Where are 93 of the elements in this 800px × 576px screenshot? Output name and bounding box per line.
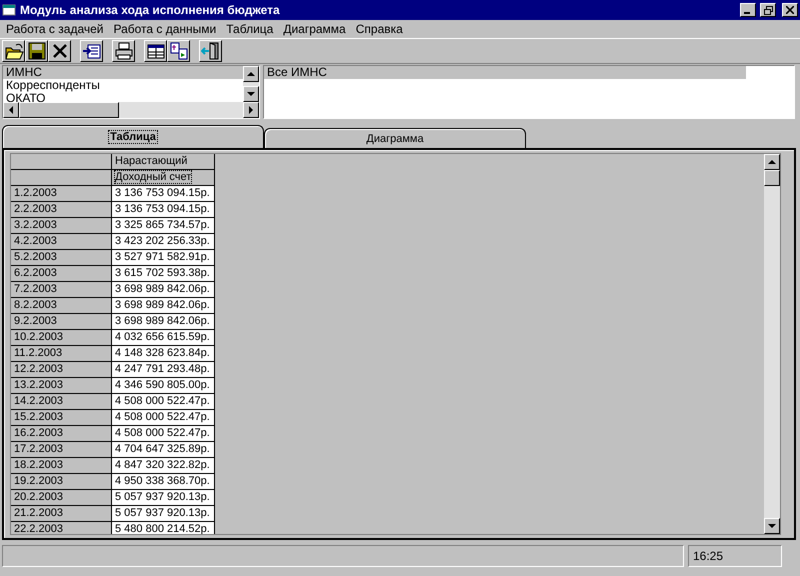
menu-item[interactable]: Работа с задачей: [1, 22, 108, 36]
table-cell: 5 057 937 920.13р.: [112, 506, 215, 522]
row-header-cell: 9.2.2003: [11, 314, 112, 330]
row-header-cell: 6.2.2003: [11, 266, 112, 282]
table-cell: 4 032 656 615.59р.: [112, 330, 215, 346]
table-cell: 4 508 000 522.47р.: [112, 426, 215, 442]
scroll-right-button[interactable]: [243, 102, 259, 118]
table-cell: 4 704 647 325.89р.: [112, 442, 215, 458]
table-cell: 5 057 937 920.13р.: [112, 490, 215, 506]
table-cell: 4 508 000 522.47р.: [112, 394, 215, 410]
table-cell: 4 847 320 322.82р.: [112, 458, 215, 474]
table-cell: 3 527 971 582.91р.: [112, 250, 215, 266]
table-cell: 4 346 590 805.00р.: [112, 378, 215, 394]
row-header-cell: 4.2.2003: [11, 234, 112, 250]
left-arrow-icon: [9, 106, 13, 114]
row-header-cell: 15.2.2003: [11, 410, 112, 426]
down-arrow-icon: [768, 524, 776, 528]
row-header-cell: 17.2.2003: [11, 442, 112, 458]
close-button[interactable]: [782, 3, 798, 17]
right-arrow-icon: [249, 106, 253, 114]
list-item[interactable]: Корреспонденты: [3, 79, 243, 92]
list-item[interactable]: Все ИМНС: [264, 66, 746, 79]
swap-windows-icon: [168, 41, 188, 61]
toolbar-button[interactable]: [112, 40, 135, 62]
table-cell: 4 950 338 368.70р.: [112, 474, 215, 490]
horizontal-scrollbar[interactable]: [3, 102, 259, 118]
menu-item[interactable]: Работа с данными: [108, 22, 222, 36]
table-cell: 4 148 328 623.84р.: [112, 346, 215, 362]
row-header-cell: 2.2.2003: [11, 202, 112, 218]
row-header-cell: 14.2.2003: [11, 394, 112, 410]
row-header-cell: 7.2.2003: [11, 282, 112, 298]
restore-button[interactable]: [760, 3, 776, 17]
row-header-cell: 3.2.2003: [11, 218, 112, 234]
menu-item[interactable]: Таблица: [221, 22, 278, 36]
table-cell: 5 480 800 214.52р.: [112, 522, 215, 534]
toolbar-button[interactable]: [199, 40, 222, 62]
printer-icon: [114, 41, 134, 61]
row-header-cell: 21.2.2003: [11, 506, 112, 522]
close-icon: [786, 6, 794, 14]
app-icon: [2, 4, 16, 16]
row-header-cell: 5.2.2003: [11, 250, 112, 266]
restore-icon: [764, 6, 772, 14]
scroll-down-button[interactable]: [243, 86, 259, 102]
table-cell: 3 698 989 842.06р.: [112, 298, 215, 314]
scroll-up-button[interactable]: [764, 154, 780, 170]
tab[interactable]: Таблица: [2, 125, 264, 148]
toolbar-button[interactable]: [167, 40, 190, 62]
menu-item[interactable]: Справка: [350, 22, 408, 36]
row-header-cell: 8.2.2003: [11, 298, 112, 314]
scroll-thumb[interactable]: [764, 170, 780, 186]
toolbar-button[interactable]: [80, 40, 103, 62]
table-cell: 3 325 865 734.57р.: [112, 218, 215, 234]
table-cell: 3 698 989 842.06р.: [112, 314, 215, 330]
window-title: Модуль анализа хода исполнения бюджета: [20, 3, 281, 17]
vertical-scrollbar[interactable]: [764, 154, 780, 534]
down-arrow-icon: [247, 92, 255, 96]
scroll-up-button[interactable]: [243, 66, 259, 82]
row-header-cell: 12.2.2003: [11, 362, 112, 378]
up-arrow-icon: [768, 160, 776, 164]
scroll-thumb[interactable]: [19, 102, 119, 118]
table-cell: 3 698 989 842.06р.: [112, 282, 215, 298]
table-cell: 4 247 791 293.48р.: [112, 362, 215, 378]
header-cell: Нарастающий: [112, 154, 215, 170]
vertical-scrollbar[interactable]: [243, 66, 259, 102]
row-header-cell: 20.2.2003: [11, 490, 112, 506]
table-cell: 3 615 702 593.38р.: [112, 266, 215, 282]
row-header-cell: 11.2.2003: [11, 346, 112, 362]
table-cell: 3 136 753 094.15р.: [112, 202, 215, 218]
toolbar-button[interactable]: [25, 40, 48, 62]
tab[interactable]: Диаграмма: [264, 128, 526, 148]
minimize-button[interactable]: [740, 3, 756, 17]
table-cell: 4 508 000 522.47р.: [112, 410, 215, 426]
table-cell: 3 136 753 094.15р.: [112, 186, 215, 202]
row-header-cell: 1.2.2003: [11, 186, 112, 202]
header-cell[interactable]: Доходный счет: [112, 170, 215, 186]
toolbar-button[interactable]: [48, 40, 71, 62]
row-header-cell: 10.2.2003: [11, 330, 112, 346]
row-header-cell: 16.2.2003: [11, 426, 112, 442]
scroll-left-button[interactable]: [3, 102, 19, 118]
scroll-down-button[interactable]: [764, 518, 780, 534]
row-header-cell: 19.2.2003: [11, 474, 112, 490]
toolbar-button[interactable]: [144, 40, 167, 62]
row-header-cell: 13.2.2003: [11, 378, 112, 394]
list-item[interactable]: ОКАТО: [3, 92, 243, 102]
exit-door-icon: [200, 41, 220, 61]
up-arrow-icon: [247, 72, 255, 76]
table-cell: 3 423 202 256.33р.: [112, 234, 215, 250]
open-folder-icon: [4, 41, 24, 61]
list-item[interactable]: ИМНС: [3, 66, 243, 79]
row-header-cell: 18.2.2003: [11, 458, 112, 474]
status-time: 16:25: [688, 545, 782, 567]
toolbar-button[interactable]: [2, 40, 25, 62]
menu-item[interactable]: Диаграмма: [278, 22, 351, 36]
